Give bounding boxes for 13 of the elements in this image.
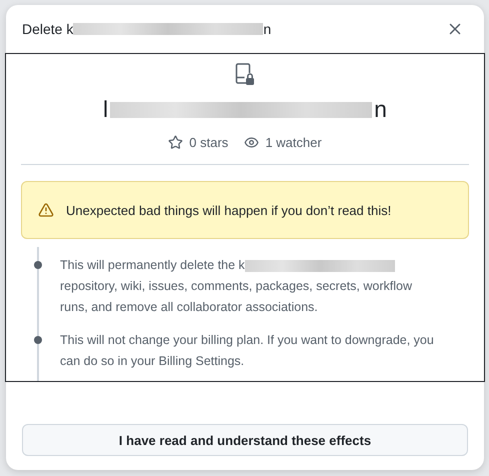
watchers-count: 1 watcher (265, 135, 322, 150)
stars-count: 0 stars (189, 135, 228, 150)
dialog-title: Delete k n (22, 21, 272, 37)
timeline-dot (34, 336, 42, 344)
star-icon (168, 135, 184, 150)
effect-text: This will permanently delete the k repository, wiki, issues, comments, packages, secrets, workflow runs, and remove all collaborator associations. (60, 257, 413, 316)
eye-icon (244, 135, 260, 150)
warning-icon (38, 202, 54, 218)
confirm-button[interactable]: I have read and understand these effects (22, 424, 468, 456)
locked-repo-icon (235, 62, 255, 86)
effect-text: This will not change your billing plan. If you want to downgrade, you can do so in your Billing Settings. (60, 332, 435, 370)
timeline-dot (34, 261, 42, 269)
warning-text: Unexpected bad things will happen if you don’t read this! (66, 202, 392, 218)
